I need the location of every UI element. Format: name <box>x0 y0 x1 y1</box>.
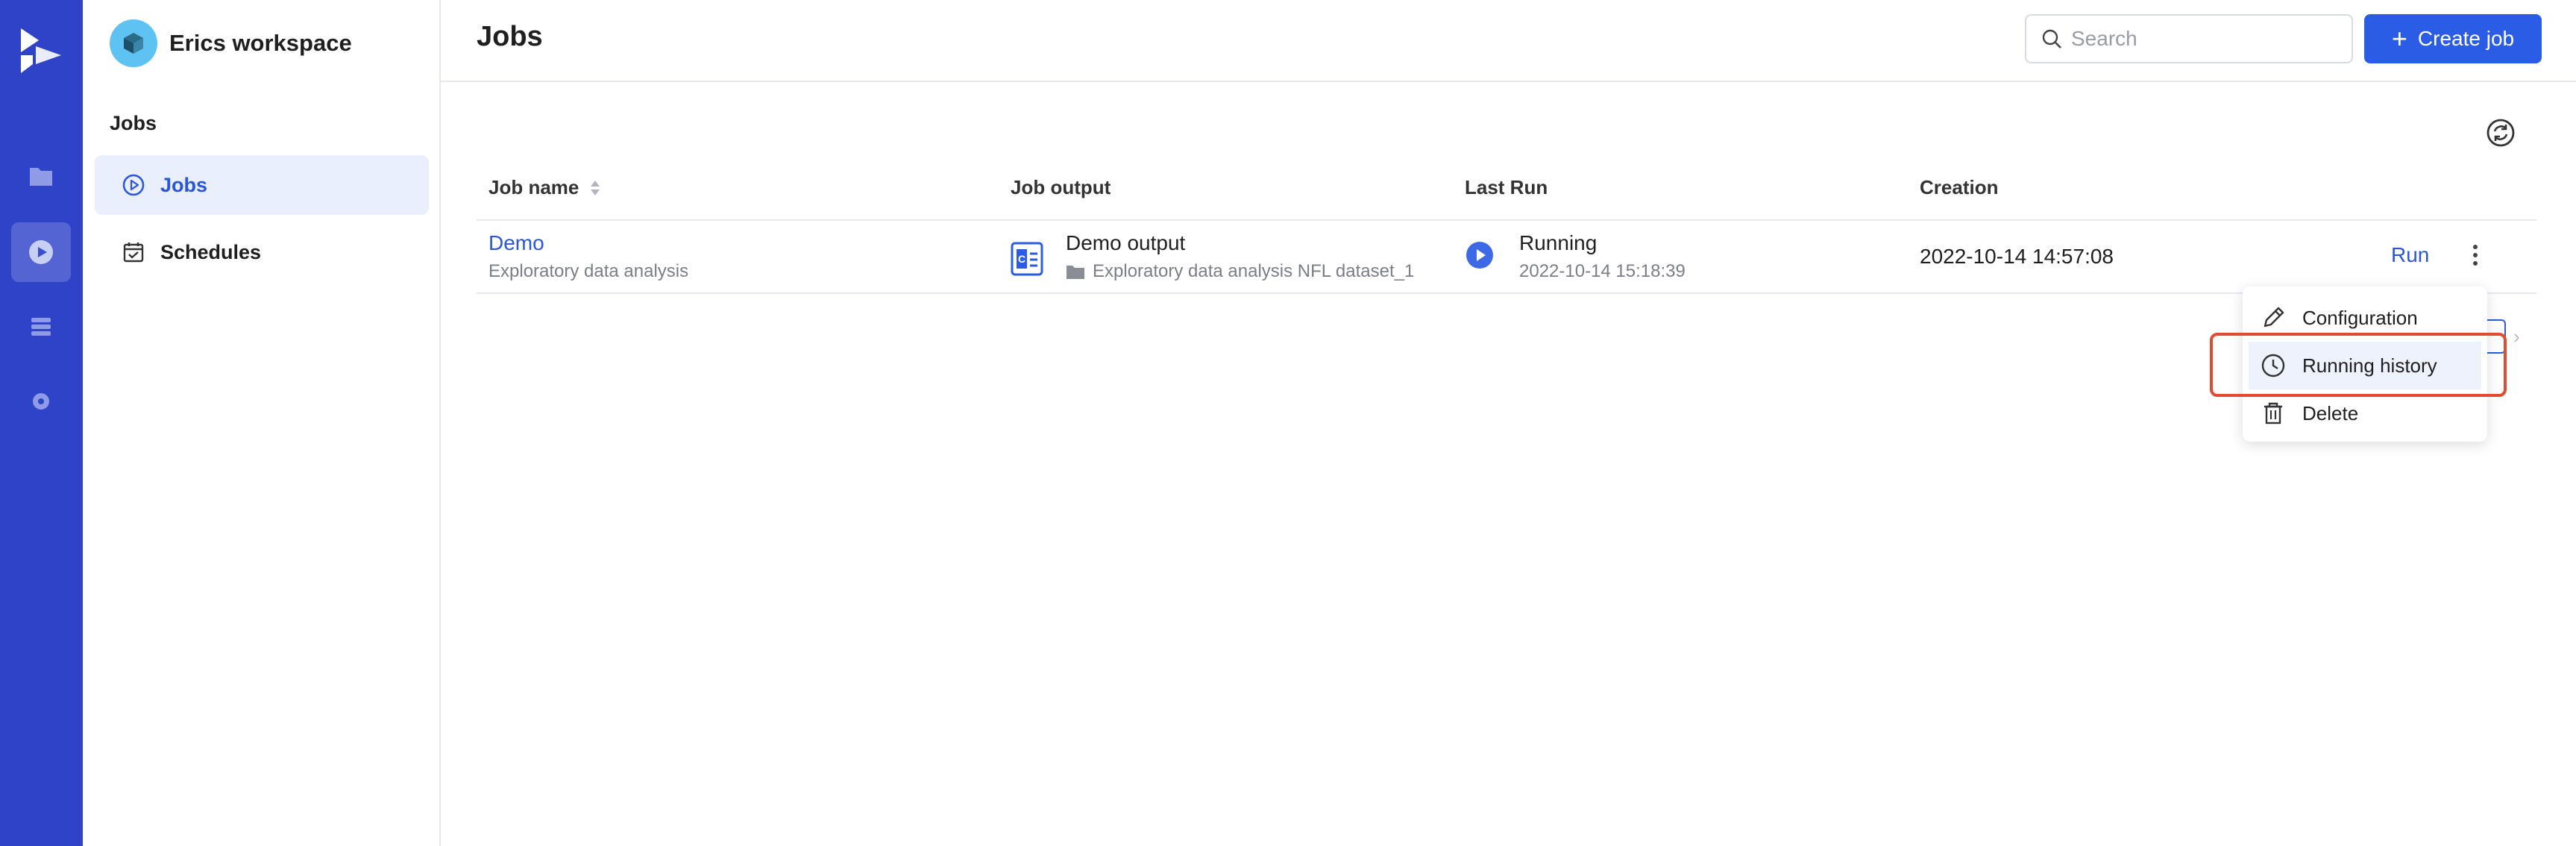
plus-icon: + <box>2391 23 2407 54</box>
chevron-right-icon[interactable]: › <box>2513 325 2520 348</box>
notebook-icon: C <box>1011 242 1043 280</box>
create-job-button[interactable]: + Create job <box>2364 14 2542 63</box>
creation-date: 2022-10-14 14:57:08 <box>1920 245 2114 268</box>
column-header-last-run: Last Run <box>1465 176 1548 198</box>
output-path: Exploratory data analysis NFL dataset_1 <box>1066 261 1414 282</box>
cube-icon <box>124 33 143 54</box>
refresh-icon[interactable] <box>2484 116 2517 149</box>
rail-settings-button[interactable] <box>11 372 71 431</box>
last-run-status: Running <box>1519 231 1598 254</box>
job-output-cell: Demo output Exploratory data analysis NF… <box>1066 231 1414 282</box>
run-button[interactable]: Run <box>2391 243 2429 267</box>
sidebar-item-schedules[interactable]: Schedules <box>95 222 429 282</box>
search-box[interactable] <box>2025 14 2353 63</box>
sort-icon[interactable] <box>589 178 601 198</box>
output-name[interactable]: Demo output <box>1066 231 1414 255</box>
running-status-icon <box>1465 240 1495 274</box>
last-run-cell: Running 2022-10-14 15:18:39 <box>1519 231 1686 282</box>
search-input[interactable] <box>2071 27 2340 51</box>
gear-icon <box>33 393 49 410</box>
search-icon <box>2042 29 2061 48</box>
more-actions-icon[interactable] <box>2460 239 2490 272</box>
workspace-switcher[interactable]: Erics workspace <box>110 19 352 67</box>
table-header: Job name Job output Last Run Creation <box>477 164 2536 221</box>
calendar-check-icon <box>123 242 144 263</box>
workspace-avatar <box>110 19 157 67</box>
rail-folder-button[interactable] <box>11 146 71 206</box>
sidebar-item-jobs[interactable]: Jobs <box>95 155 429 215</box>
job-name-cell: Demo Exploratory data analysis <box>489 231 688 282</box>
menu-item-label: Running history <box>2302 354 2437 377</box>
play-circle-icon <box>122 174 145 196</box>
sidebar-item-label: Schedules <box>160 240 262 263</box>
menu-item-running-history[interactable]: Running history <box>2249 342 2481 389</box>
sidebar: Erics workspace Jobs Jobs Schedules <box>83 0 441 846</box>
column-header-job-output: Job output <box>1011 176 1111 198</box>
table-row: Demo Exploratory data analysis C Demo ou… <box>477 222 2536 294</box>
rail-jobs-button[interactable] <box>11 222 71 282</box>
play-circle-icon <box>29 240 53 264</box>
svg-text:C: C <box>1018 253 1025 265</box>
folder-icon <box>1066 266 1084 279</box>
stack-icon <box>31 318 51 336</box>
menu-item-configuration[interactable]: Configuration <box>2243 294 2487 342</box>
column-header-creation: Creation <box>1920 176 1999 198</box>
app-rail <box>0 0 83 846</box>
page-title: Jobs <box>477 21 543 52</box>
page-header: Jobs + Create job <box>441 0 2576 82</box>
sidebar-section-title: Jobs <box>110 112 157 134</box>
folder-icon <box>30 168 52 186</box>
column-header-job-name[interactable]: Job name <box>489 176 601 199</box>
column-header-label: Job name <box>489 176 579 198</box>
menu-item-delete[interactable]: Delete <box>2243 389 2487 437</box>
output-path-text: Exploratory data analysis NFL dataset_1 <box>1093 261 1415 281</box>
clock-icon <box>2261 353 2286 378</box>
job-description: Exploratory data analysis <box>489 261 689 281</box>
job-name-link[interactable]: Demo <box>489 231 688 255</box>
app-logo-icon[interactable] <box>16 25 66 78</box>
menu-item-label: Configuration <box>2302 306 2418 329</box>
rail-database-button[interactable] <box>11 297 71 357</box>
workspace-name: Erics workspace <box>169 30 352 56</box>
trash-icon <box>2261 401 2286 426</box>
row-actions-menu: Configuration Running history Delete <box>2243 286 2487 442</box>
create-job-label: Create job <box>2417 27 2515 50</box>
pencil-icon <box>2261 305 2286 330</box>
sidebar-item-label: Jobs <box>160 173 208 196</box>
menu-item-label: Delete <box>2302 401 2359 424</box>
last-run-time: 2022-10-14 15:18:39 <box>1519 261 1686 281</box>
